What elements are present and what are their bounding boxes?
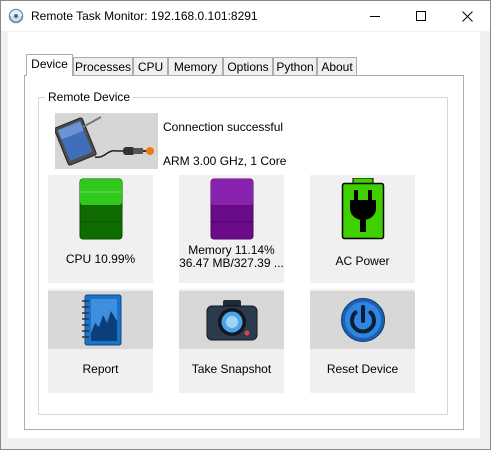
memory-tile[interactable]: Memory 11.14% 36.47 MB/327.39 ... <box>179 175 284 283</box>
close-button[interactable] <box>444 1 490 31</box>
cpu-tile[interactable]: CPU 10.99% <box>48 175 153 283</box>
tab-device[interactable]: Device <box>26 54 73 76</box>
reset-label: Reset Device <box>326 362 399 376</box>
tab-label: Processes <box>74 60 132 74</box>
power-plug-icon <box>341 178 384 240</box>
connection-status: Connection successful <box>163 120 284 134</box>
memory-label-usage: 36.47 MB/327.39 ... <box>179 256 284 270</box>
report-icon-wrap <box>48 291 153 349</box>
device-tab-panel: Remote Device Connection successful ARM … <box>24 75 464 430</box>
power-button-icon <box>340 298 385 342</box>
notebook-chart-icon <box>81 294 121 346</box>
tab-label: Memory <box>173 60 218 74</box>
minimize-button[interactable] <box>352 1 398 31</box>
cpu-label: CPU 10.99% <box>65 252 136 266</box>
window-title: Remote Task Monitor: 192.168.0.101:8291 <box>31 9 258 23</box>
remote-device-group: Remote Device Connection successful ARM … <box>38 90 448 415</box>
report-tile[interactable]: Report <box>48 289 153 393</box>
group-title: Remote Device <box>45 90 134 104</box>
power-icon-wrap <box>310 177 415 241</box>
cpu-bar-icon <box>79 178 122 240</box>
memory-icon-wrap <box>179 177 284 241</box>
client-area: Device Processes CPU Memory Options Pyth… <box>8 32 480 438</box>
tab-label: Python <box>276 60 314 74</box>
power-tile[interactable]: AC Power <box>310 175 415 283</box>
snapshot-icon-wrap <box>179 291 284 349</box>
reset-tile[interactable]: Reset Device <box>310 289 415 393</box>
device-image <box>54 113 158 169</box>
power-label: AC Power <box>335 254 390 268</box>
close-icon <box>461 10 473 22</box>
device-arch: ARM 3.00 GHz, 1 Core <box>163 154 287 168</box>
snapshot-label: Take Snapshot <box>191 362 272 376</box>
tablet-plugged-icon <box>54 113 158 169</box>
maximize-icon <box>415 10 426 21</box>
app-window: Remote Task Monitor: 192.168.0.101:8291 … <box>0 0 491 450</box>
tab-label: About <box>321 60 353 74</box>
tab-memory[interactable]: Memory <box>168 57 223 75</box>
cpu-icon-wrap <box>48 177 153 241</box>
reset-icon-wrap <box>310 291 415 349</box>
tab-label: Device <box>31 57 68 71</box>
camera-icon <box>206 300 257 341</box>
tab-about[interactable]: About <box>317 57 357 75</box>
minimize-icon <box>369 15 380 17</box>
tab-cpu[interactable]: CPU <box>133 57 168 75</box>
title-bar[interactable]: Remote Task Monitor: 192.168.0.101:8291 <box>1 1 490 31</box>
tab-options[interactable]: Options <box>223 57 273 75</box>
tab-label: Options <box>227 60 269 74</box>
tab-python[interactable]: Python <box>273 57 317 75</box>
app-icon <box>8 8 24 24</box>
tab-processes[interactable]: Processes <box>73 57 133 75</box>
memory-bar-icon <box>210 178 253 240</box>
report-label: Report <box>82 362 119 376</box>
snapshot-tile[interactable]: Take Snapshot <box>179 289 284 393</box>
tab-label: CPU <box>137 60 164 74</box>
maximize-button[interactable] <box>398 1 444 31</box>
